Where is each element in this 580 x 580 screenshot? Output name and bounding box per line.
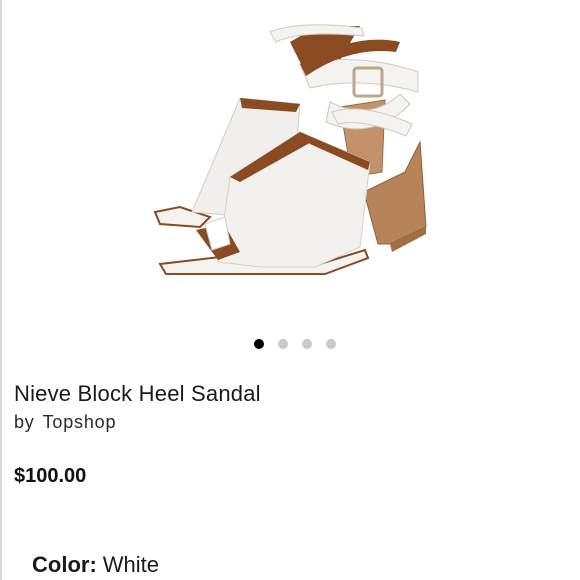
color-label: Color:: [32, 552, 97, 577]
color-value: White: [102, 552, 160, 577]
product-title: Nieve Block Heel Sandal: [14, 381, 261, 406]
carousel-dot-4[interactable]: [326, 339, 336, 349]
left-border: [0, 0, 2, 580]
color-row: Color: White: [32, 552, 159, 578]
brand-link[interactable]: Topshop: [43, 412, 117, 432]
carousel-dot-3[interactable]: [302, 339, 312, 349]
brand-line: by Topshop: [14, 412, 116, 433]
product-price: $100.00: [14, 465, 87, 487]
carousel-dot-2[interactable]: [278, 339, 288, 349]
product-image[interactable]: [100, 12, 480, 312]
carousel-dot-1[interactable]: [254, 339, 264, 349]
by-label: by: [14, 412, 35, 432]
sandal-photo: [153, 24, 427, 275]
image-carousel-pager: [0, 339, 580, 349]
